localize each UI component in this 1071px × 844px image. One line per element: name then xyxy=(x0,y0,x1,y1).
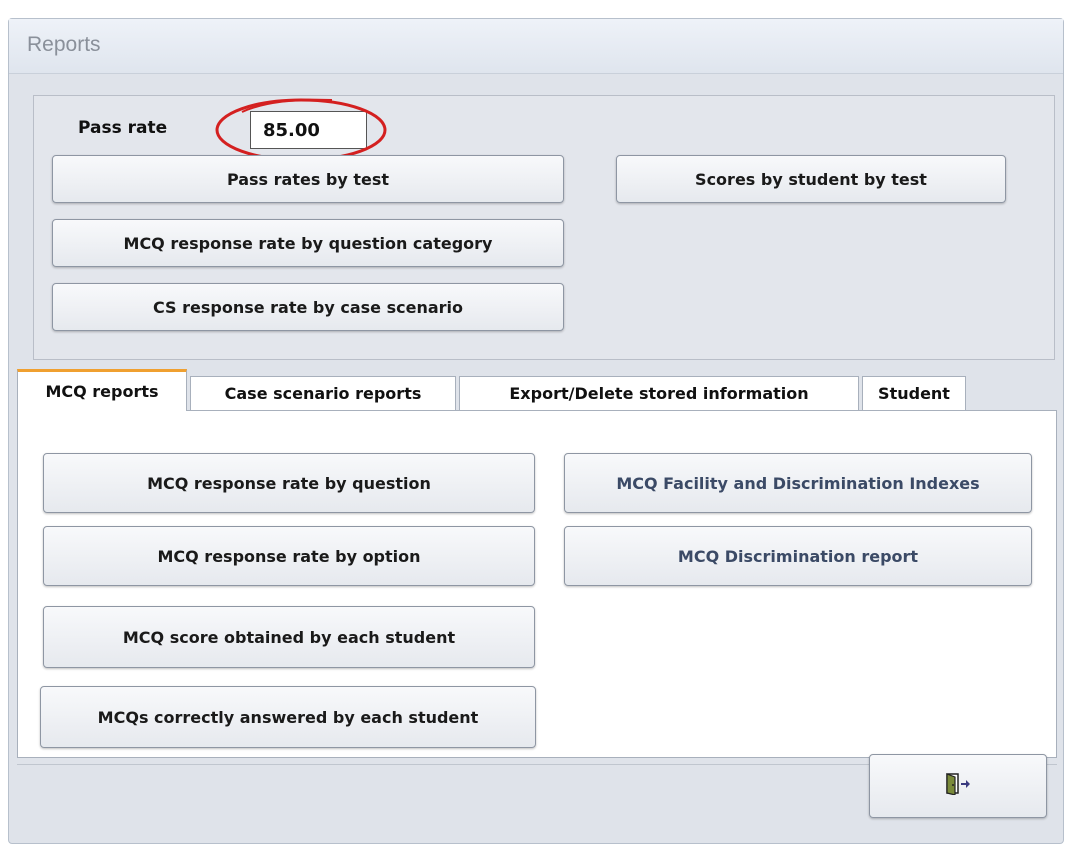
mcq-discrimination-report-button[interactable]: MCQ Discrimination report xyxy=(564,526,1032,586)
pass-rate-panel: Pass rate Pass rates by test Scores by s… xyxy=(33,95,1055,360)
tab-export-delete[interactable]: Export/Delete stored information xyxy=(459,376,859,410)
pass-rates-by-test-button[interactable]: Pass rates by test xyxy=(52,155,564,203)
mcq-correct-each-student-button[interactable]: MCQs correctly answered by each student xyxy=(40,686,536,748)
tab-mcq-reports[interactable]: MCQ reports xyxy=(17,369,187,411)
cs-by-scenario-button[interactable]: CS response rate by case scenario xyxy=(52,283,564,331)
pass-rate-input[interactable] xyxy=(250,111,367,149)
tab-case-scenario-reports[interactable]: Case scenario reports xyxy=(190,376,456,410)
mcq-by-question-button[interactable]: MCQ response rate by question xyxy=(43,453,535,513)
mcq-by-category-button[interactable]: MCQ response rate by question category xyxy=(52,219,564,267)
tab-student[interactable]: Student xyxy=(862,376,966,410)
window-title: Reports xyxy=(27,33,101,56)
exit-door-icon xyxy=(945,773,971,799)
scores-by-student-button[interactable]: Scores by student by test xyxy=(616,155,1006,203)
reports-window: Reports Pass rate Pass rates by test Sco… xyxy=(8,18,1064,844)
mcq-score-each-student-button[interactable]: MCQ score obtained by each student xyxy=(43,606,535,668)
mcq-facility-indexes-button[interactable]: MCQ Facility and Discrimination Indexes xyxy=(564,453,1032,513)
mcq-by-option-button[interactable]: MCQ response rate by option xyxy=(43,526,535,586)
title-bar: Reports xyxy=(9,19,1063,74)
pass-rate-label: Pass rate xyxy=(78,118,168,138)
exit-button[interactable] xyxy=(869,754,1047,818)
reports-tabs: MCQ reports Case scenario reports Export… xyxy=(17,369,1057,759)
mcq-reports-panel: MCQ response rate by question MCQ respon… xyxy=(17,410,1057,758)
